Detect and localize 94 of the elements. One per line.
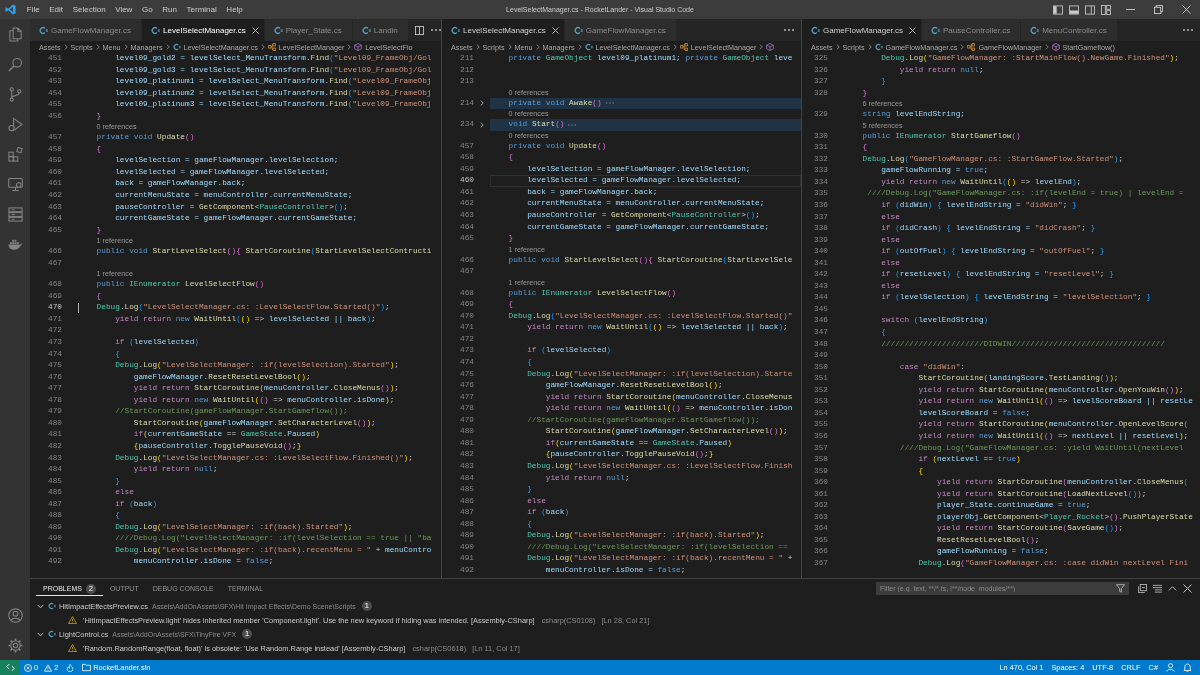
search-icon[interactable]: [7, 56, 23, 72]
editor-tab[interactable]: MenuController.cs: [1021, 19, 1118, 41]
chevron-down-icon[interactable]: [37, 630, 44, 638]
close-icon[interactable]: [909, 26, 917, 34]
chevron-right-icon: [123, 44, 128, 50]
editor-tab[interactable]: GameFlowManager.cs: [564, 19, 677, 41]
menubar-entry[interactable]: Go: [137, 0, 158, 19]
file-type-icon: [1030, 25, 1040, 35]
monitor-icon[interactable]: [7, 176, 23, 192]
chevron-right-icon: [672, 44, 677, 50]
editor-tab[interactable]: GameFlowManager.cs: [30, 19, 143, 41]
warning-icon: [68, 644, 77, 652]
file-type-icon: [172, 43, 181, 51]
list-icon[interactable]: [1153, 584, 1162, 593]
chevron-right-icon: [347, 44, 352, 50]
panel-layout-icon[interactable]: [1069, 4, 1079, 15]
editor-tab[interactable]: Landin: [352, 19, 409, 41]
stacked-boxes-icon[interactable]: [7, 206, 23, 222]
sidebar-layout-icon[interactable]: [1053, 4, 1063, 15]
layout-grid-icon[interactable]: [1101, 4, 1111, 15]
file-type-icon: [874, 43, 883, 51]
chevron-right-icon: [165, 44, 170, 50]
file-type-icon: [48, 630, 56, 638]
person-icon[interactable]: [1166, 663, 1175, 672]
bell-icon[interactable]: [1183, 663, 1192, 672]
app-logo-icon: [5, 4, 16, 15]
file-type-icon: [931, 25, 941, 35]
chevron-right-icon: [507, 44, 512, 50]
menubar-entry[interactable]: File: [22, 0, 45, 19]
menubar-entry[interactable]: Terminal: [181, 0, 222, 19]
menubar-entry[interactable]: Help: [221, 0, 248, 19]
close-icon[interactable]: [1183, 584, 1192, 593]
editor-tab[interactable]: GameFlowManager.cs: [802, 19, 923, 41]
files-icon[interactable]: [7, 26, 23, 42]
cube-icon: [354, 43, 363, 51]
editor-tab[interactable]: Player_State.cs: [264, 19, 353, 41]
file-type-icon: [39, 25, 48, 35]
file-type-icon: [273, 25, 283, 35]
editor-tab[interactable]: LevelSelectManager.cs: [442, 19, 565, 41]
file-type-icon: [48, 602, 56, 610]
file-type-icon: [584, 43, 593, 51]
class-icon: [967, 43, 976, 51]
close-icon[interactable]: [251, 26, 259, 34]
folder-icon: [82, 663, 92, 672]
error-icon: [24, 663, 32, 672]
chevron-right-icon: [960, 44, 965, 50]
collapse-all-icon[interactable]: [1138, 584, 1147, 593]
chevron-right-icon: [1044, 44, 1049, 50]
editor-tab[interactable]: LevelSelectManager.cs: [142, 19, 265, 41]
file-type-icon: [811, 25, 820, 35]
branch-icon[interactable]: [7, 86, 23, 102]
text-cursor: [78, 303, 79, 313]
chevron-right-icon: [867, 44, 872, 50]
warning-icon: [44, 663, 53, 672]
remote-button[interactable]: [0, 660, 20, 675]
chevron-right-icon: [63, 44, 68, 50]
menubar-entry[interactable]: Selection: [67, 0, 111, 19]
secondary-sidebar-layout-icon[interactable]: [1085, 4, 1095, 15]
chevron-right-icon: [475, 44, 480, 50]
close-icon[interactable]: [551, 26, 559, 34]
class-icon: [267, 43, 276, 51]
menubar-entry[interactable]: Run: [157, 0, 182, 19]
settings-icon[interactable]: [7, 637, 23, 653]
split-editor-icon[interactable]: [414, 25, 424, 35]
chevron-right-icon: [759, 44, 764, 50]
menubar-entry[interactable]: Edit: [44, 0, 68, 19]
breadcrumb-item[interactable]: [766, 43, 775, 51]
warning-icon: [68, 616, 77, 624]
file-type-icon: [361, 25, 371, 35]
file-type-icon: [451, 25, 460, 35]
chevron-up-icon[interactable]: [1168, 584, 1177, 593]
cube-icon: [766, 43, 775, 51]
angle-brackets-icon: [5, 663, 15, 672]
editor-tab[interactable]: PauseController.cs: [922, 19, 1022, 41]
account-icon[interactable]: [7, 607, 23, 623]
chevron-right-icon: [835, 44, 840, 50]
chevron-down-icon[interactable]: [37, 602, 44, 610]
chevron-right-icon: [577, 44, 582, 50]
chevron-right-icon: [95, 44, 100, 50]
chevron-right-icon: [260, 44, 265, 50]
play-with-bug-icon[interactable]: [7, 116, 23, 132]
filter-icon[interactable]: [1116, 584, 1125, 593]
file-type-icon: [151, 25, 161, 35]
close-icon[interactable]: [1181, 5, 1191, 14]
file-type-icon: [573, 25, 583, 35]
menubar-entry[interactable]: View: [110, 0, 138, 19]
class-icon: [679, 43, 688, 51]
chevron-right-icon: [535, 44, 540, 50]
restore-icon[interactable]: [1153, 5, 1163, 14]
chevron-right-icon[interactable]: [480, 100, 484, 107]
flame-icon[interactable]: [66, 663, 75, 672]
cube-icon: [1051, 43, 1060, 51]
squares-icon[interactable]: [7, 146, 23, 162]
chevron-right-icon[interactable]: [480, 121, 484, 128]
